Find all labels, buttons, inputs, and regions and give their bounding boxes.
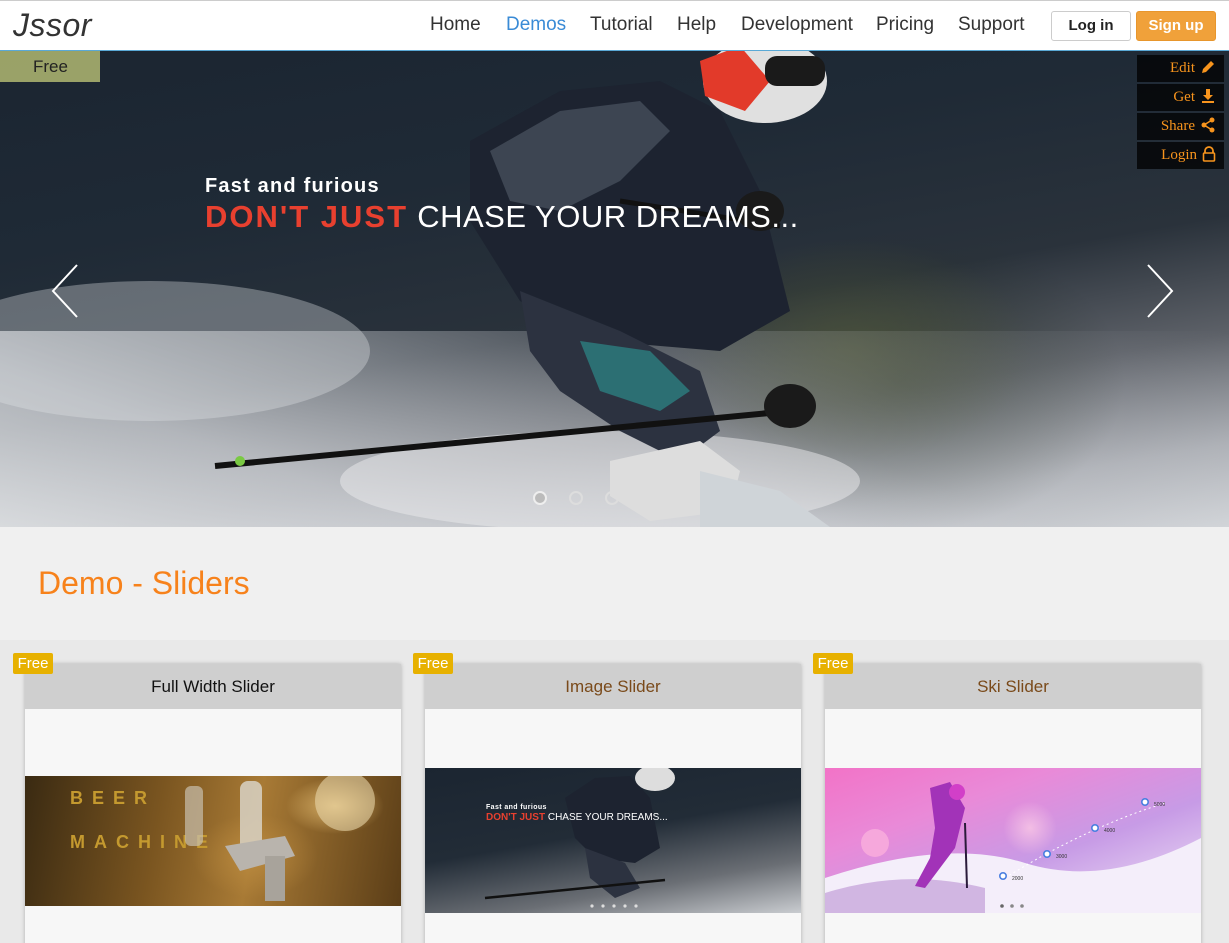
free-badge: Free <box>413 653 453 674</box>
side-toolbar: Edit Get Share Login <box>1137 55 1224 171</box>
thumb-caption-red: DON'T JUST <box>486 812 546 823</box>
signup-button[interactable]: Sign up <box>1136 11 1216 41</box>
chart-point-label: 5000 <box>1154 802 1165 808</box>
chart-point-label: 3000 <box>1056 854 1067 860</box>
caption-small: Fast and furious <box>205 175 380 197</box>
edit-label: Edit <box>1170 60 1195 76</box>
nav-support[interactable]: Support <box>958 14 1025 36</box>
nav-pricing[interactable]: Pricing <box>876 14 934 36</box>
lock-icon <box>1202 146 1216 162</box>
beer-machine-thumbnail: BEER MACHINE <box>25 776 401 906</box>
thumb-caption-small: Fast and furious <box>486 804 547 811</box>
hero-slider[interactable]: Free Edit Get Share Login Fast and furio… <box>0 51 1229 527</box>
ski-slider-thumbnail: 5000 4000 3000 2000 <box>825 768 1201 913</box>
nav-tutorial[interactable]: Tutorial <box>590 14 653 36</box>
bullet-3[interactable] <box>605 491 619 505</box>
image-slider-thumbnail: Fast and furious DON'T JUST CHASE YOUR D… <box>425 768 801 913</box>
card-full-width-slider[interactable]: Full Width Slider BEER MACHINE <box>25 664 401 943</box>
chart-point-label: 2000 <box>1012 876 1023 882</box>
share-label: Share <box>1160 118 1195 134</box>
caption-big: DON'T JUST CHASE YOUR DREAMS... <box>205 199 799 235</box>
top-header: Jssor Home Demos Tutorial Help Developme… <box>0 0 1229 51</box>
nav-home[interactable]: Home <box>430 14 481 36</box>
free-badge: Free <box>13 653 53 674</box>
login-tool-button[interactable]: Login <box>1137 142 1224 169</box>
card-title: Image Slider <box>425 664 801 709</box>
chart-point-label: 4000 <box>1104 828 1115 834</box>
card-title: Full Width Slider <box>25 664 401 709</box>
ski-slider-illustration: 5000 4000 3000 2000 <box>825 782 1201 913</box>
chevron-right-icon <box>1147 264 1174 318</box>
edit-button[interactable]: Edit <box>1137 55 1224 82</box>
pencil-icon <box>1202 61 1214 73</box>
demo-cards: Full Width Slider BEER MACHINE Free Imag… <box>0 640 1229 943</box>
thumb-caption-big: DON'T JUST CHASE YOUR DREAMS... <box>486 812 668 823</box>
caption-red: DON'T JUST <box>205 199 409 234</box>
skier-illustration <box>0 51 860 527</box>
bullet-4[interactable] <box>641 491 655 505</box>
login-button[interactable]: Log in <box>1051 11 1131 41</box>
beer-tap-illustration <box>185 776 375 901</box>
share-button[interactable]: Share <box>1137 113 1224 140</box>
login-tool-label: Login <box>1161 147 1197 163</box>
get-button[interactable]: Get <box>1137 84 1224 111</box>
free-tag: Free <box>0 51 100 82</box>
site-logo[interactable]: Jssor <box>13 7 92 44</box>
card-ski-slider[interactable]: Ski Slider 5000 4000 3000 2000 <box>825 664 1201 943</box>
mini-skier-illustration <box>484 768 675 908</box>
bullet-2[interactable] <box>569 491 583 505</box>
card-title: Ski Slider <box>825 664 1201 709</box>
get-label: Get <box>1173 89 1195 105</box>
nav-development[interactable]: Development <box>741 14 853 36</box>
nav-help[interactable]: Help <box>677 14 716 36</box>
share-icon <box>1201 117 1215 133</box>
nav-demos[interactable]: Demos <box>506 14 566 36</box>
free-badge: Free <box>813 653 853 674</box>
prev-arrow[interactable] <box>45 261 85 321</box>
card-image-slider[interactable]: Image Slider Fast and furious DON'T JUST… <box>425 664 801 943</box>
caption-white: CHASE YOUR DREAMS... <box>417 199 799 234</box>
bullet-1[interactable] <box>533 491 547 505</box>
chevron-left-icon <box>51 264 78 318</box>
bullet-5[interactable] <box>677 491 691 505</box>
download-icon <box>1202 89 1214 103</box>
next-arrow[interactable] <box>1140 261 1180 321</box>
thumb-caption-white: CHASE YOUR DREAMS... <box>547 812 668 823</box>
section-title: Demo - Sliders <box>38 565 250 601</box>
